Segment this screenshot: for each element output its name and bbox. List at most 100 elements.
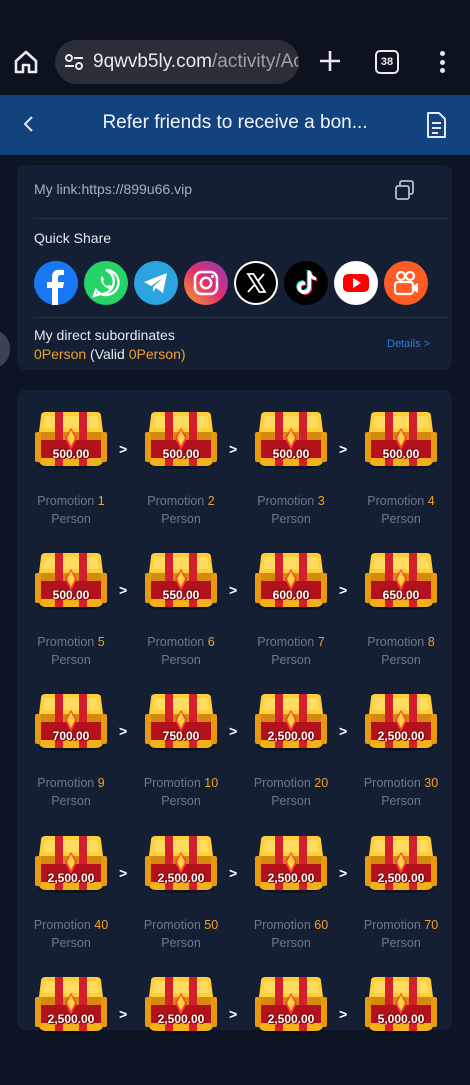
- page-title: Refer friends to receive a bon...: [102, 112, 368, 133]
- required-persons: 3: [317, 494, 325, 508]
- required-persons: 40: [94, 918, 109, 932]
- promotion-word: Promotion: [363, 776, 421, 790]
- browser-menu-icon[interactable]: [432, 48, 452, 76]
- site-settings-icon[interactable]: [63, 51, 85, 73]
- promotion-word: Promotion: [257, 635, 315, 649]
- x-icon[interactable]: [234, 261, 278, 305]
- reward-amount: 600.00: [272, 588, 310, 602]
- address-bar[interactable]: 9qwvb5ly.com/activity/Ac: [55, 40, 299, 84]
- details-link[interactable]: Details >: [387, 338, 430, 350]
- reward-tier: 5,000.00: [349, 955, 449, 1085]
- promotion-word: Promotion: [253, 918, 311, 932]
- treasure-chest-icon: 2,500.00: [363, 834, 439, 894]
- treasure-chest-icon: 500.00: [363, 410, 439, 470]
- reward-amount: 2,500.00: [377, 871, 425, 885]
- reward-amount: 500.00: [382, 447, 420, 461]
- treasure-chest-icon: 650.00: [363, 551, 439, 611]
- url-text: 9qwvb5ly.com/activity/Ac: [93, 51, 299, 73]
- reward-tier: 500.00 Promotion 5 Person: [19, 531, 119, 667]
- tiktok-icon[interactable]: [284, 261, 328, 305]
- promotion-requirement: Promotion 6: [129, 635, 233, 649]
- reward-tier: 650.00 Promotion 8 Person: [349, 531, 449, 667]
- youtube-icon[interactable]: [334, 261, 378, 305]
- treasure-chest-icon: 2,500.00: [253, 975, 329, 1035]
- kwai-icon[interactable]: [384, 261, 428, 305]
- promotion-requirement: Promotion 4: [349, 494, 453, 508]
- required-persons: 30: [424, 776, 439, 790]
- person-label: Person: [51, 794, 91, 808]
- reward-tier: 500.00 Promotion 4 Person: [349, 390, 449, 526]
- whatsapp-icon[interactable]: [84, 261, 128, 305]
- floating-side-handle[interactable]: [0, 330, 10, 368]
- reward-amount: 2,500.00: [267, 871, 315, 885]
- reward-amount: 2,500.00: [377, 729, 425, 743]
- document-icon[interactable]: [424, 110, 448, 140]
- next-tier-arrow: >: [339, 723, 348, 739]
- home-icon[interactable]: [12, 48, 40, 76]
- required-persons: 8: [427, 635, 435, 649]
- reward-tier: 2,500.00 Promotion 70 Person: [349, 814, 449, 950]
- treasure-chest-icon: 2,500.00: [363, 692, 439, 752]
- new-tab-icon[interactable]: [316, 46, 344, 76]
- reward-tier: 750.00 Promotion 10 Person: [129, 672, 229, 808]
- person-label: Person: [161, 794, 201, 808]
- promotion-requirement: Promotion 50: [129, 918, 233, 932]
- tab-switcher-button[interactable]: 38: [375, 50, 399, 74]
- next-tier-arrow: >: [229, 441, 238, 457]
- person-label: Person: [381, 512, 421, 526]
- quick-share-label: Quick Share: [34, 230, 112, 246]
- reward-tier: 500.00 Promotion 3 Person: [239, 390, 339, 526]
- person-label: Person: [271, 794, 311, 808]
- promotion-requirement: Promotion 1: [19, 494, 123, 508]
- copy-icon[interactable]: [394, 179, 416, 201]
- promotion-requirement: Promotion 7: [239, 635, 343, 649]
- browser-toolbar: 9qwvb5ly.com/activity/Ac 38: [0, 0, 470, 95]
- next-tier-arrow: >: [119, 723, 128, 739]
- next-tier-arrow: >: [229, 723, 238, 739]
- valid-close: Person): [136, 346, 186, 362]
- promotion-requirement: Promotion 8: [349, 635, 453, 649]
- next-tier-arrow: >: [229, 865, 238, 881]
- person-label: Person: [271, 653, 311, 667]
- reward-amount: 750.00: [162, 729, 200, 743]
- divider: [34, 218, 449, 219]
- promotion-word: Promotion: [253, 776, 311, 790]
- reward-tier: 2,500.00: [19, 955, 119, 1085]
- promotion-word: Promotion: [257, 494, 315, 508]
- telegram-icon[interactable]: [134, 261, 178, 305]
- treasure-chest-icon: 2,500.00: [253, 692, 329, 752]
- reward-tier: 500.00 Promotion 2 Person: [129, 390, 229, 526]
- treasure-chest-icon: 500.00: [33, 410, 109, 470]
- reward-amount: 500.00: [52, 588, 90, 602]
- promotion-word: Promotion: [147, 635, 205, 649]
- facebook-icon[interactable]: [34, 261, 78, 305]
- person-label: Person: [271, 512, 311, 526]
- next-tier-arrow: >: [119, 582, 128, 598]
- referral-link: My link:https://899u66.vip: [34, 181, 192, 197]
- promotion-word: Promotion: [143, 776, 201, 790]
- required-persons: 20: [314, 776, 329, 790]
- person-label: Person: [381, 794, 421, 808]
- required-persons: 6: [207, 635, 215, 649]
- back-icon[interactable]: [16, 109, 42, 139]
- link-url: https://899u66.vip: [81, 181, 192, 197]
- required-persons: 50: [204, 918, 219, 932]
- instagram-icon[interactable]: [184, 261, 228, 305]
- app-header: Refer friends to receive a bon...: [0, 95, 470, 155]
- url-path: /activity/Ac: [211, 51, 299, 72]
- subordinates-count: 0Person (Valid 0Person): [34, 346, 186, 362]
- reward-amount: 650.00: [382, 588, 420, 602]
- divider: [34, 317, 449, 318]
- promotion-word: Promotion: [37, 635, 95, 649]
- required-persons: 10: [204, 776, 219, 790]
- treasure-chest-icon: 5,000.00: [363, 975, 439, 1035]
- promotion-word: Promotion: [37, 776, 95, 790]
- required-persons: 9: [97, 776, 105, 790]
- next-tier-arrow: >: [339, 582, 348, 598]
- subordinates-label: My direct subordinates: [34, 327, 175, 343]
- next-tier-arrow: >: [229, 1006, 238, 1022]
- valid-count: 0: [128, 346, 137, 362]
- promotion-requirement: Promotion 2: [129, 494, 233, 508]
- treasure-chest-icon: 500.00: [253, 410, 329, 470]
- promotion-word: Promotion: [367, 494, 425, 508]
